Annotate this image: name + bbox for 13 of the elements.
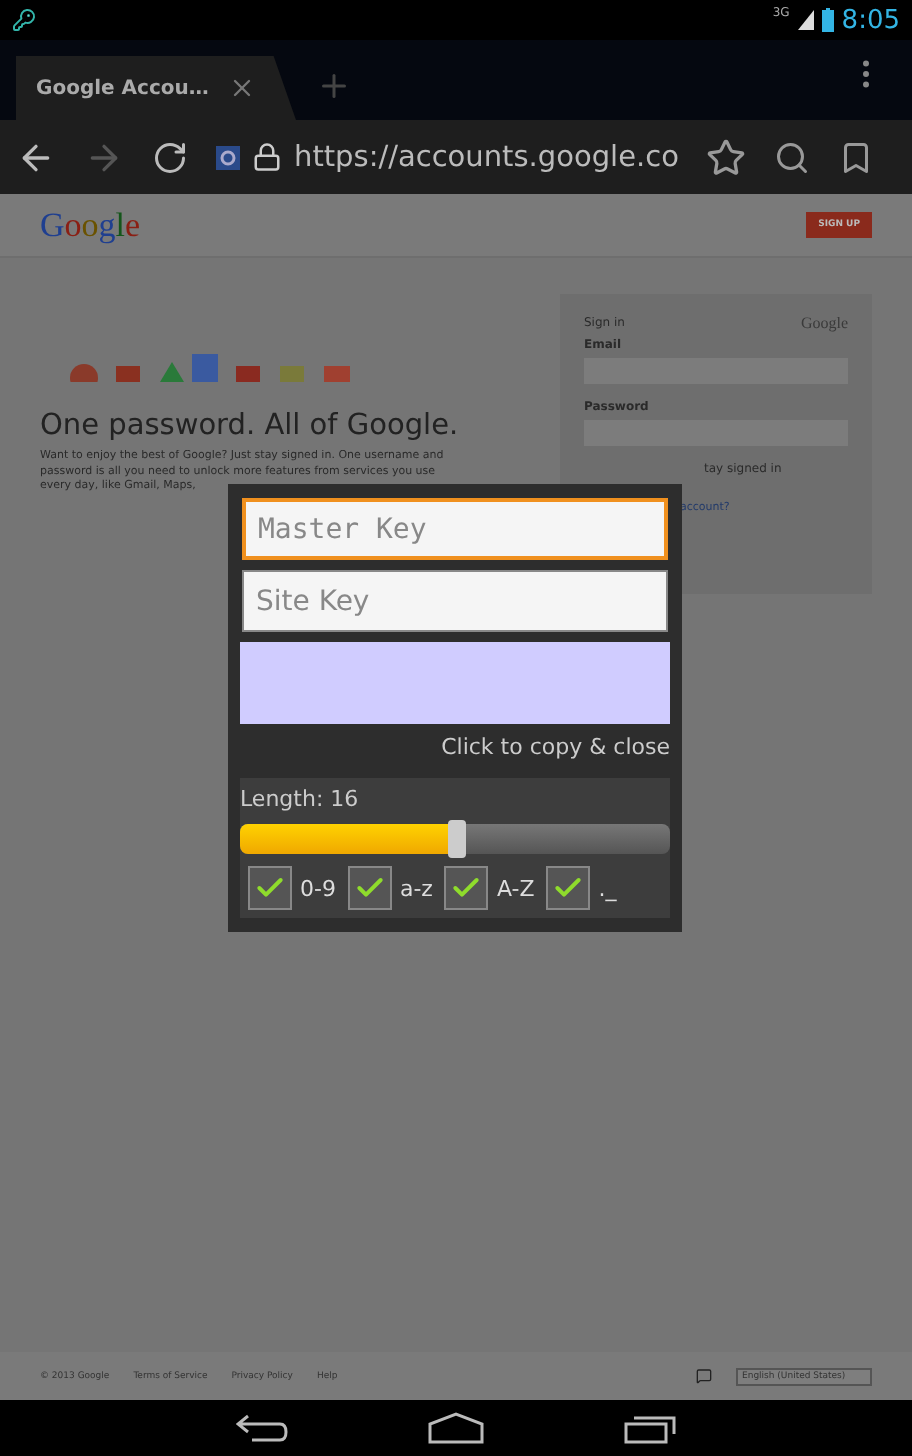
browser-tab[interactable]: Google Accou… [16, 56, 296, 120]
option-label: 0-9 [300, 875, 336, 901]
option-label: a-z [399, 875, 433, 901]
master-key-field[interactable]: Master Key [242, 498, 668, 560]
option-label: ._ [598, 875, 617, 901]
option-label: A-Z [496, 875, 535, 901]
clock: 8:05 [841, 5, 900, 35]
headline: One password. All of Google. [40, 410, 461, 442]
copy-hint: Click to copy & close [441, 734, 670, 760]
site-key-field[interactable]: Site Key [242, 570, 668, 632]
google-logo: Google [40, 205, 141, 245]
url-field[interactable]: https://accounts.google.co [294, 141, 679, 173]
length-label: Length: 16 [240, 786, 361, 812]
